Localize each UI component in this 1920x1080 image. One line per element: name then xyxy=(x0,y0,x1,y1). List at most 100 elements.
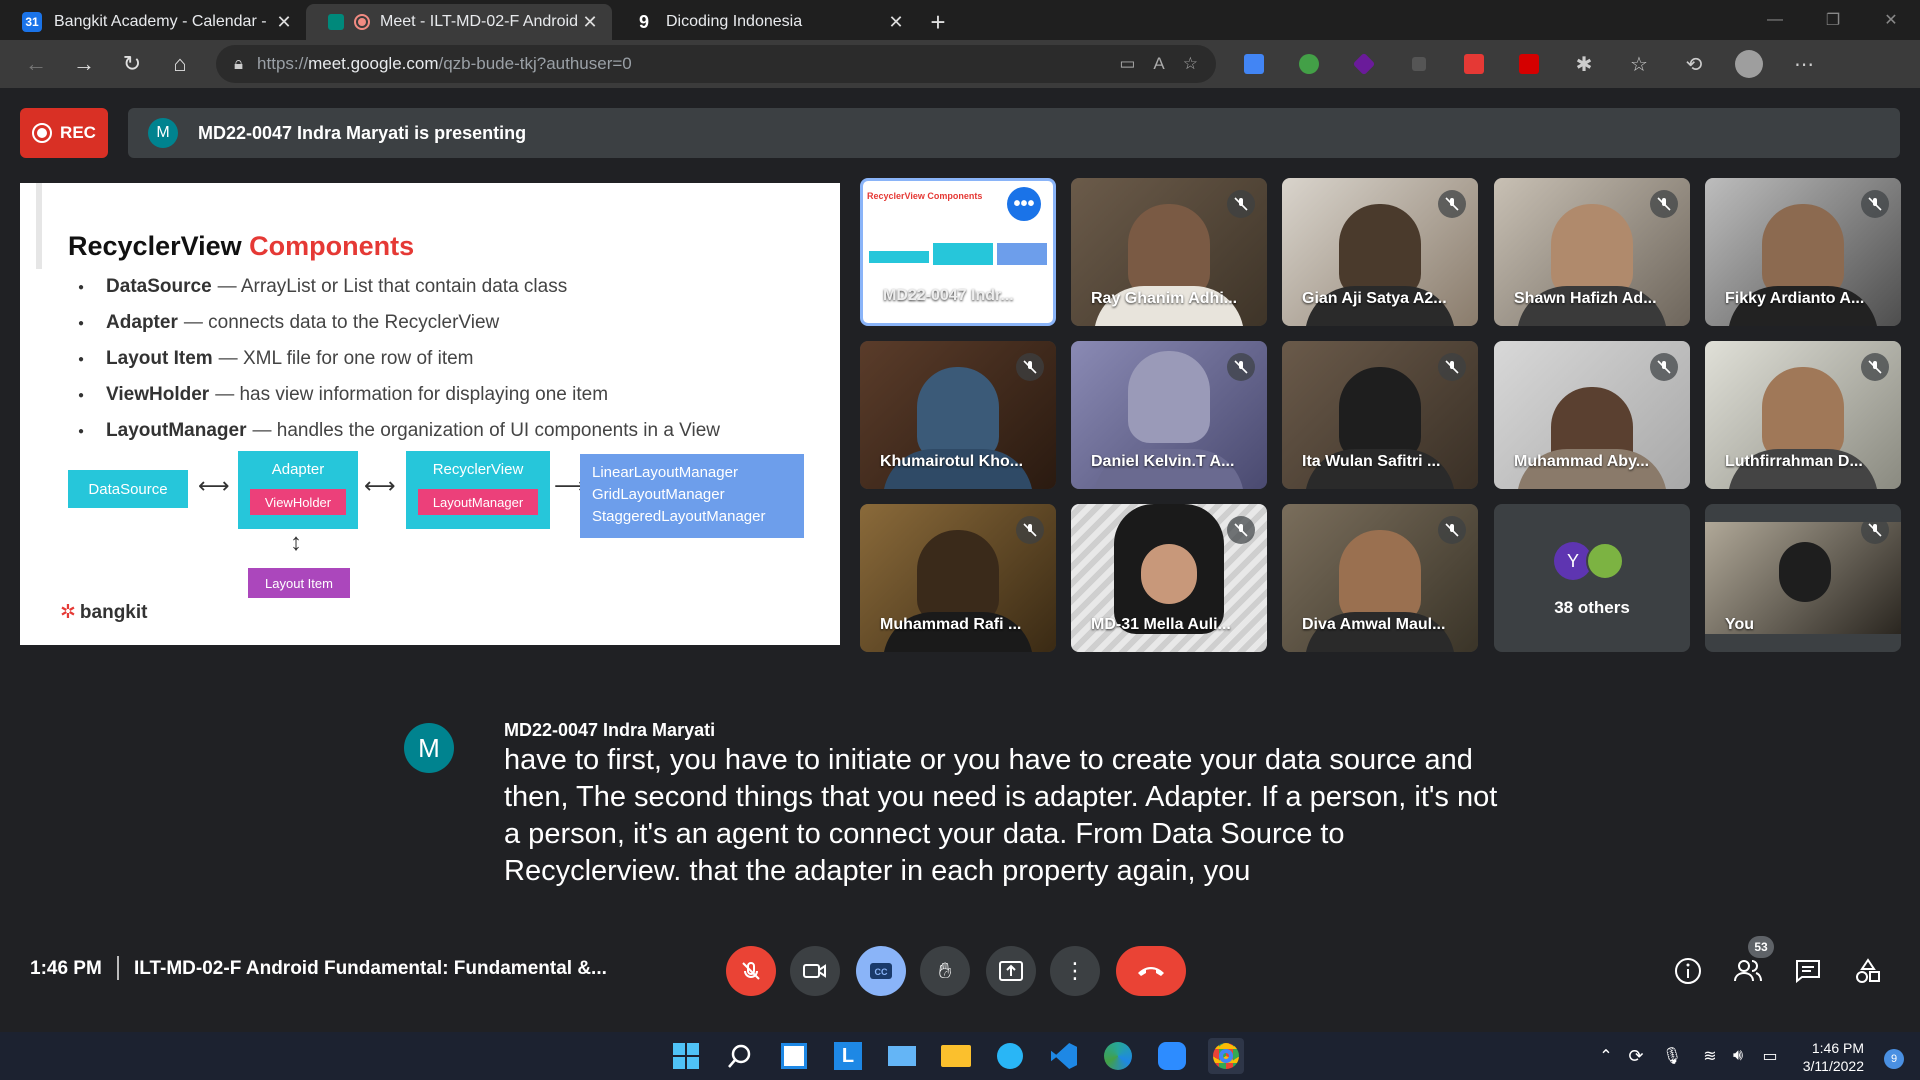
participant-video xyxy=(1128,351,1210,443)
home-button[interactable]: ⌂ xyxy=(156,44,204,84)
people-count-badge: 53 xyxy=(1748,936,1774,958)
close-window-icon[interactable]: ✕ xyxy=(1862,10,1920,30)
people-button[interactable] xyxy=(1730,953,1766,989)
participant-tile[interactable]: Luthfirrahman D... xyxy=(1705,341,1901,489)
profile-avatar[interactable] xyxy=(1732,47,1766,81)
diagram-managers: LinearLayoutManager GridLayoutManager St… xyxy=(580,454,804,538)
refresh-button[interactable]: ↻ xyxy=(108,44,156,84)
tab-meet[interactable]: Meet - ILT-MD-02-F Android ✕ xyxy=(306,4,612,40)
microphone-icon[interactable]: 🎙︎ xyxy=(1654,1038,1690,1074)
mic-muted-icon xyxy=(1016,516,1044,544)
forward-button[interactable]: → xyxy=(60,44,108,84)
people-icon xyxy=(1734,960,1762,982)
self-view-tile[interactable]: You xyxy=(1705,504,1901,652)
translate-extension-icon[interactable] xyxy=(1237,47,1271,81)
vscode-icon[interactable] xyxy=(1046,1038,1082,1074)
participant-tile[interactable]: Khumairotul Kho... xyxy=(860,341,1056,489)
zoom-icon[interactable] xyxy=(1154,1038,1190,1074)
dim-extension-icon[interactable] xyxy=(1402,47,1436,81)
favorites-icon[interactable]: ☆ xyxy=(1622,47,1656,81)
leave-call-button[interactable] xyxy=(1116,946,1186,996)
participant-tile-presenter[interactable]: RecyclerView Components ••• MD22-0047 In… xyxy=(860,178,1056,326)
participant-name: Fikky Ardianto A... xyxy=(1725,290,1865,307)
meeting-title: ILT-MD-02-F Android Fundamental: Fundame… xyxy=(134,958,607,979)
participant-video xyxy=(1339,367,1421,459)
volume-icon[interactable]: 🔊︎ xyxy=(1720,1038,1756,1074)
telegram-icon[interactable] xyxy=(992,1038,1028,1074)
participant-video xyxy=(1762,204,1844,296)
history-icon[interactable]: ⟲ xyxy=(1677,47,1711,81)
presentation-slide: RecyclerView Components DataSource— Arra… xyxy=(20,183,840,645)
restore-icon[interactable]: ❐ xyxy=(1804,10,1862,30)
camera-toggle-button[interactable] xyxy=(790,946,840,996)
captions-button[interactable]: CC xyxy=(856,946,906,996)
edge-browser-icon[interactable] xyxy=(1100,1038,1136,1074)
more-options-button[interactable]: ••• xyxy=(1007,187,1041,221)
participant-tile[interactable]: MD-31 Mella Auli... xyxy=(1071,504,1267,652)
bangkit-logo: ✲ bangkit xyxy=(60,602,148,623)
participant-video xyxy=(1339,530,1421,622)
diagram-adapter-box: Adapter ViewHolder xyxy=(238,451,358,529)
others-tile[interactable]: Y 38 others xyxy=(1494,504,1690,652)
participant-tile[interactable]: Muhammad Rafi ... xyxy=(860,504,1056,652)
favorite-add-icon[interactable]: ☆ xyxy=(1183,54,1198,74)
diagram-layoutmanager: LayoutManager xyxy=(418,489,538,515)
search-icon[interactable] xyxy=(722,1038,758,1074)
presenter-thumbnail: RecyclerView Components xyxy=(867,191,983,201)
diagram-recyclerview-box: RecyclerView LayoutManager xyxy=(406,451,550,529)
chat-button[interactable] xyxy=(1790,953,1826,989)
close-icon[interactable]: ✕ xyxy=(884,12,908,33)
participant-tile[interactable]: Diva Amwal Maul... xyxy=(1282,504,1478,652)
present-screen-icon xyxy=(999,961,1023,981)
camera-blocked-icon[interactable]: ▭ xyxy=(1119,54,1135,74)
participant-tile[interactable]: Muhammad Aby... xyxy=(1494,341,1690,489)
participant-tile[interactable]: Shawn Hafizh Ad... xyxy=(1494,178,1690,326)
participant-tile[interactable]: Fikky Ardianto A... xyxy=(1705,178,1901,326)
meeting-time: 1:46 PM xyxy=(30,958,102,979)
tab-calendar[interactable]: 31 Bangkit Academy - Calendar - Fr ✕ xyxy=(0,4,306,40)
globe-extension-icon[interactable] xyxy=(1292,47,1326,81)
participant-tile[interactable]: Ray Ghanim Adhi... xyxy=(1071,178,1267,326)
url-field[interactable]: 🔒︎ https://meet.google.com/qzb-bude-tkj?… xyxy=(216,45,1216,83)
participant-name: Ray Ghanim Adhi... xyxy=(1091,290,1238,307)
avatar xyxy=(1586,542,1624,580)
sync-icon[interactable]: ⟳ xyxy=(1618,1038,1654,1074)
raise-hand-button[interactable]: ✋︎ xyxy=(920,946,970,996)
participant-name: Ita Wulan Safitri ... xyxy=(1302,453,1441,470)
present-now-button[interactable] xyxy=(986,946,1036,996)
mic-toggle-button[interactable] xyxy=(726,946,776,996)
participant-tile[interactable]: Gian Aji Satya A2... xyxy=(1282,178,1478,326)
extensions-puzzle-icon[interactable]: ✱ xyxy=(1567,47,1601,81)
system-clock[interactable]: 1:46 PM 3/11/2022 xyxy=(1803,1039,1864,1075)
activities-button[interactable] xyxy=(1850,953,1886,989)
notification-badge[interactable]: 9 xyxy=(1884,1049,1904,1069)
back-button[interactable]: ← xyxy=(12,44,60,84)
more-menu-icon[interactable]: ⋯ xyxy=(1787,47,1821,81)
lms-app-icon[interactable]: L xyxy=(830,1038,866,1074)
file-explorer-icon[interactable] xyxy=(938,1038,974,1074)
list-item: DataSource— ArrayList or List that conta… xyxy=(78,269,720,305)
new-tab-button[interactable]: + xyxy=(918,4,958,40)
battery-icon[interactable]: ▭ xyxy=(1752,1038,1788,1074)
participant-video xyxy=(917,530,999,622)
more-options-button[interactable]: ⋮ xyxy=(1050,946,1100,996)
participant-tile[interactable]: Ita Wulan Safitri ... xyxy=(1282,341,1478,489)
minimize-icon[interactable]: — xyxy=(1746,11,1804,29)
close-icon[interactable]: ✕ xyxy=(578,12,602,33)
read-aloud-icon[interactable]: A xyxy=(1153,54,1164,74)
tab-dicoding[interactable]: 9 Dicoding Indonesia ✕ xyxy=(612,4,918,40)
close-icon[interactable]: ✕ xyxy=(272,12,296,33)
purple-extension-icon[interactable] xyxy=(1347,47,1381,81)
widgets-icon[interactable] xyxy=(776,1038,812,1074)
participant-name: Shawn Hafizh Ad... xyxy=(1514,290,1657,307)
mic-muted-icon xyxy=(1650,353,1678,381)
participant-name: Khumairotul Kho... xyxy=(880,453,1024,470)
start-button[interactable] xyxy=(668,1038,704,1074)
red-extension-icon[interactable] xyxy=(1457,47,1491,81)
meeting-details-button[interactable] xyxy=(1670,953,1706,989)
participant-tile[interactable]: Daniel Kelvin.T A... xyxy=(1071,341,1267,489)
mail-icon[interactable] xyxy=(884,1038,920,1074)
participant-video xyxy=(917,367,999,459)
mega-extension-icon[interactable] xyxy=(1512,47,1546,81)
chrome-icon[interactable] xyxy=(1208,1038,1244,1074)
